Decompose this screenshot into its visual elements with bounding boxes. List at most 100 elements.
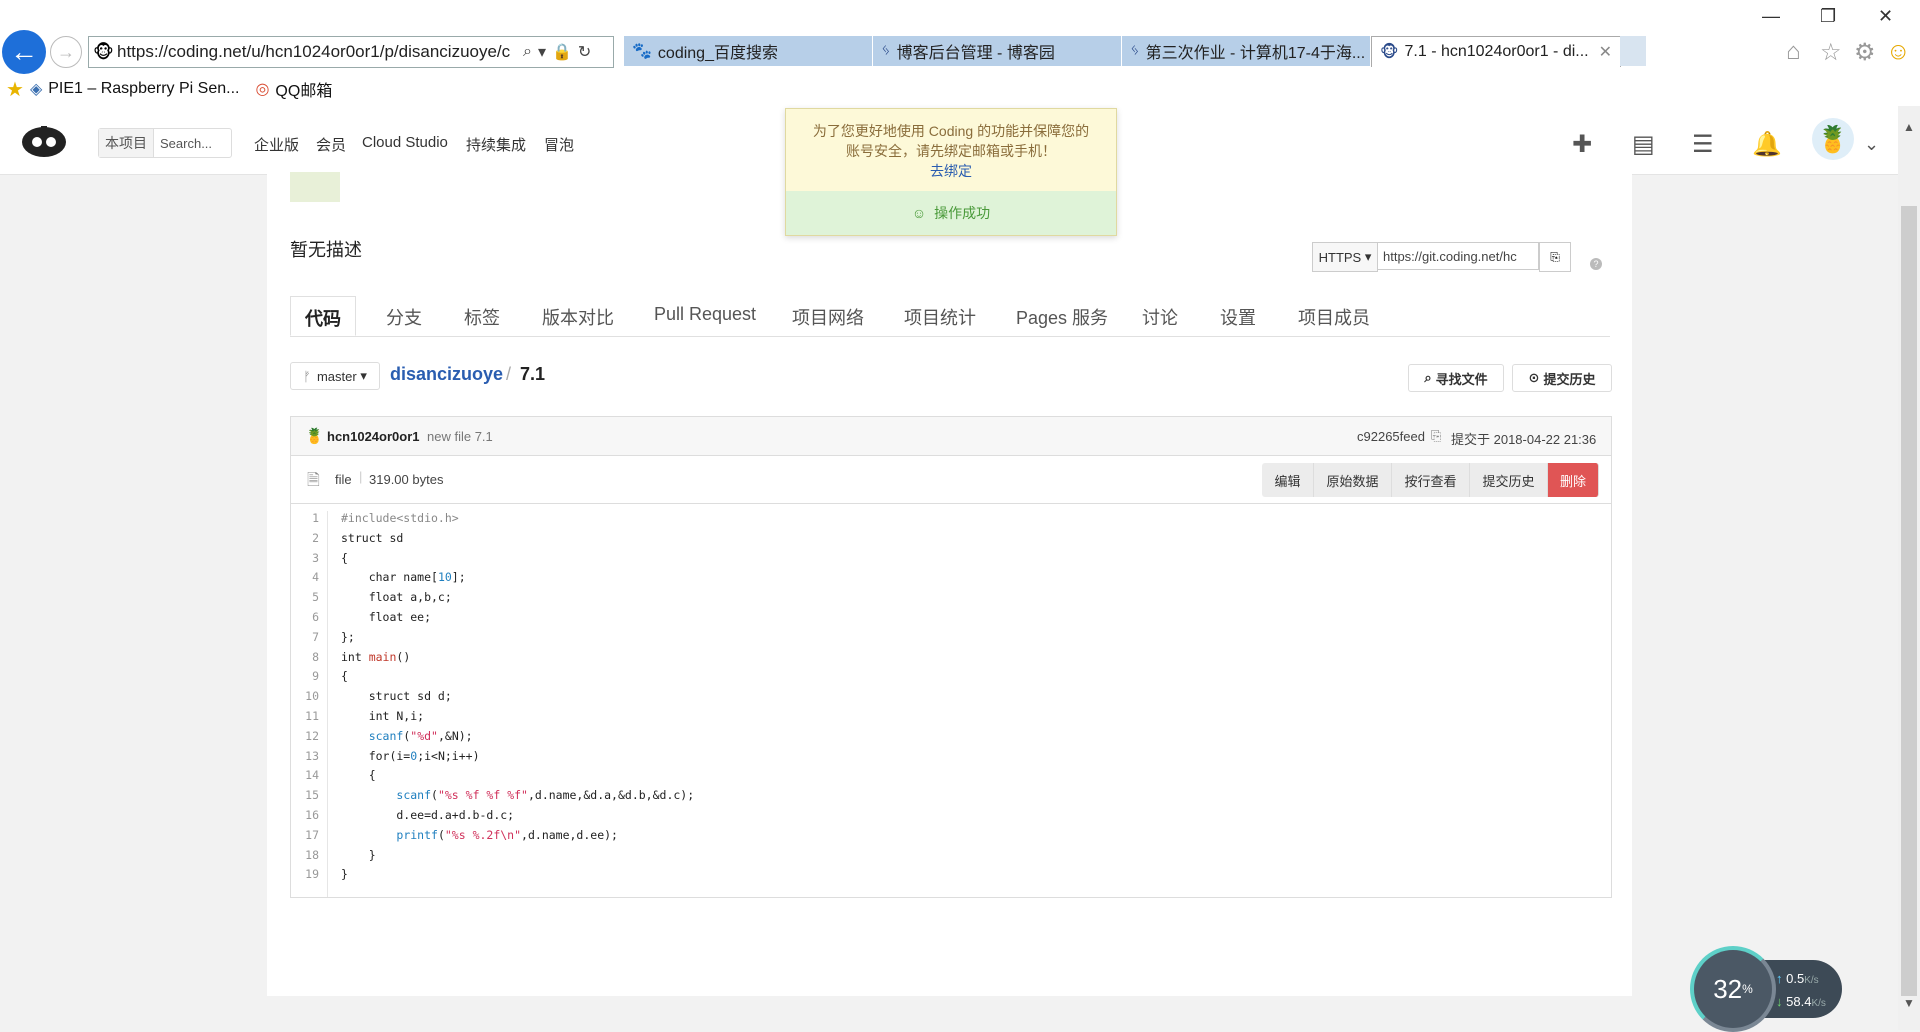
bind-warning: 为了您更好地使用 Coding 的功能并保障您的 账号安全，请先绑定邮箱或手机！… xyxy=(786,109,1116,191)
server-icon[interactable]: ☰ xyxy=(1692,130,1714,159)
nav-ci[interactable]: 持续集成 xyxy=(466,134,526,155)
search-input[interactable]: Search... xyxy=(154,136,212,151)
tab-compare[interactable]: 版本对比 xyxy=(542,304,614,330)
code-line: scanf("%d",&N); xyxy=(368,728,473,743)
copy-icon[interactable]: ⎘ xyxy=(1539,242,1571,272)
tab-cnblogs-admin[interactable]: ᛃ 博客后台管理 - 博客园 xyxy=(873,36,1122,66)
back-button[interactable]: ← xyxy=(2,30,46,74)
search-icon[interactable]: ⌕ xyxy=(523,43,532,61)
tab-label: 第三次作业 - 计算机17-4于海... xyxy=(1145,45,1366,62)
scroll-down-icon[interactable]: ▼ xyxy=(1903,996,1915,1010)
network-speed-widget[interactable]: 32% ↑ 0.5K/s ↓ 58.4K/s xyxy=(1690,946,1842,1032)
tab-baidu[interactable]: 🐾 coding_百度搜索 xyxy=(624,36,873,66)
home-icon[interactable]: ⌂ xyxy=(1786,38,1801,66)
find-file-button[interactable]: ⌕ 寻找文件 xyxy=(1408,364,1504,392)
nav-enterprise[interactable]: 企业版 xyxy=(254,134,299,155)
code-line: } xyxy=(341,867,348,882)
browser-chrome: ← → 🐵 https://coding.net/u/hcn1024or0or1… xyxy=(0,0,1920,106)
clone-url-input[interactable]: https://git.coding.net/hc xyxy=(1377,242,1539,270)
tab-discussion[interactable]: 讨论 xyxy=(1142,304,1178,330)
find-file-label: 寻找文件 xyxy=(1435,371,1488,387)
favorites-star-icon[interactable]: ☆ xyxy=(1820,38,1842,67)
favorite-label: PIE1 – Raspberry Pi Sen... xyxy=(48,80,240,97)
forward-button[interactable]: → xyxy=(50,36,82,68)
clone-protocol-select[interactable]: HTTPS ▾ xyxy=(1312,242,1378,272)
minimize-icon[interactable]: — xyxy=(1762,6,1780,27)
line-number: 12 xyxy=(305,728,319,743)
qqmail-favicon-icon: ◎ xyxy=(255,81,270,98)
chevron-down-icon[interactable]: ⌄ xyxy=(1864,134,1879,155)
close-tab-icon[interactable]: ✕ xyxy=(1599,42,1612,62)
favorite-link[interactable]: ◎ QQ邮箱 xyxy=(255,77,332,101)
scrollbar-thumb[interactable] xyxy=(1901,206,1917,996)
line-number: 11 xyxy=(305,709,319,723)
restore-icon[interactable]: ❐ xyxy=(1820,6,1836,27)
smiley-icon[interactable]: ☺ xyxy=(1886,38,1911,66)
blame-button[interactable]: 按行查看 xyxy=(1392,463,1470,497)
copy-hash-icon[interactable]: ⎘ xyxy=(1431,428,1441,444)
search-scope[interactable]: 本项目 xyxy=(99,129,154,157)
coding-logo-icon[interactable] xyxy=(20,122,68,158)
commit-message[interactable]: new file 7.1 xyxy=(427,429,493,444)
download-rate: 58.4 xyxy=(1786,994,1812,1009)
scroll-up-icon[interactable]: ▲ xyxy=(1903,120,1915,134)
raw-button[interactable]: 原始数据 xyxy=(1314,463,1392,497)
nav-bubble[interactable]: 冒泡 xyxy=(544,134,574,155)
avatar[interactable]: 🍍 xyxy=(1812,118,1854,160)
tab-homework[interactable]: ᛃ 第三次作业 - 计算机17-4于海... xyxy=(1122,36,1371,66)
help-icon[interactable]: ? xyxy=(1590,258,1602,270)
tab-pages[interactable]: Pages 服务 xyxy=(1016,304,1108,330)
tab-settings[interactable]: 设置 xyxy=(1220,304,1256,330)
tab-coding-active[interactable]: 🐵 7.1 - hcn1024or0or1 - di... ✕ xyxy=(1371,36,1621,67)
tab-branches[interactable]: 分支 xyxy=(386,304,422,330)
file-history-button[interactable]: 提交历史 xyxy=(1470,463,1548,497)
smile-icon: ☺ xyxy=(911,205,927,221)
bind-link[interactable]: 去绑定 xyxy=(930,163,972,179)
commit-author[interactable]: hcn1024or0or1 xyxy=(327,429,420,444)
code-line: struct sd d; xyxy=(341,689,452,704)
warning-line-2: 账号安全，请先绑定邮箱或手机！ xyxy=(846,143,1056,159)
commit-avatar[interactable]: 🍍 xyxy=(305,427,324,445)
nav-cloud-studio[interactable]: Cloud Studio xyxy=(362,134,448,151)
favorites-bar: ★ ◈ PIE1 – Raspberry Pi Sen... ◎ QQ邮箱 xyxy=(0,74,1920,104)
commit-time: 提交于 2018-04-22 21:36 xyxy=(1451,432,1597,447)
tab-pull-request[interactable]: Pull Request xyxy=(654,304,756,325)
edit-button[interactable]: 编辑 xyxy=(1262,463,1314,497)
url-text[interactable]: https://coding.net/u/hcn1024or0or1/p/dis… xyxy=(117,42,517,62)
tab-members[interactable]: 项目成员 xyxy=(1298,304,1370,330)
line-gutter: 1 2 3 4 5 6 7 8 9 10 11 12 13 14 15 16 17 18 19 xyxy=(291,511,328,897)
refresh-icon[interactable]: ↻ xyxy=(578,42,591,62)
code-line: d.ee=d.a+d.b-d.c; xyxy=(341,808,515,822)
new-tab-button[interactable] xyxy=(1620,36,1647,66)
breadcrumb-repo[interactable]: disancizuoye xyxy=(390,364,503,385)
favorites-add-icon[interactable]: ★ xyxy=(6,77,24,102)
file-bar: 🗎 file | 319.00 bytes 编辑 原始数据 按行查看 提交历史 … xyxy=(291,455,1611,504)
favorite-label: QQ邮箱 xyxy=(275,83,333,100)
commit-hash[interactable]: c92265feed xyxy=(1357,429,1425,444)
close-window-icon[interactable]: ✕ xyxy=(1878,6,1893,27)
download-icon: ↓ xyxy=(1776,994,1783,1009)
line-number: 9 xyxy=(312,669,319,684)
lock-icon[interactable]: 🔒 xyxy=(552,42,572,62)
nav-member[interactable]: 会员 xyxy=(316,134,346,155)
search-box[interactable]: 本项目 Search... xyxy=(98,128,232,158)
project-tabs: 代码 分支 标签 版本对比 Pull Request 项目网络 项目统计 Pag… xyxy=(290,296,1610,337)
baidu-icon: 🐾 xyxy=(632,43,652,60)
address-bar[interactable]: 🐵 https://coding.net/u/hcn1024or0or1/p/d… xyxy=(88,36,614,68)
tab-network[interactable]: 项目网络 xyxy=(792,304,864,330)
warning-line-1: 为了您更好地使用 Coding 的功能并保障您的 xyxy=(812,123,1090,139)
branch-select[interactable]: ᚠ master ▾ xyxy=(290,362,380,390)
tab-tags[interactable]: 标签 xyxy=(464,304,500,330)
favorite-link[interactable]: ◈ PIE1 – Raspberry Pi Sen... xyxy=(30,79,240,99)
plus-icon[interactable]: ✚ xyxy=(1572,130,1592,159)
dropdown-icon[interactable]: ▾ xyxy=(538,42,546,62)
terminal-folder-icon[interactable]: ▤ xyxy=(1632,130,1655,159)
settings-gear-icon[interactable]: ⚙ xyxy=(1854,38,1876,67)
bell-icon[interactable]: 🔔 xyxy=(1752,130,1782,159)
clone-protocol-label: HTTPS xyxy=(1318,249,1362,265)
delete-button[interactable]: 删除 xyxy=(1548,463,1599,497)
tab-stats[interactable]: 项目统计 xyxy=(904,304,976,330)
commit-history-button[interactable]: ⊙ 提交历史 xyxy=(1512,364,1612,392)
tab-code[interactable]: 代码 xyxy=(290,296,356,336)
page-scrollbar[interactable]: ▲ ▼ xyxy=(1898,106,1920,1030)
